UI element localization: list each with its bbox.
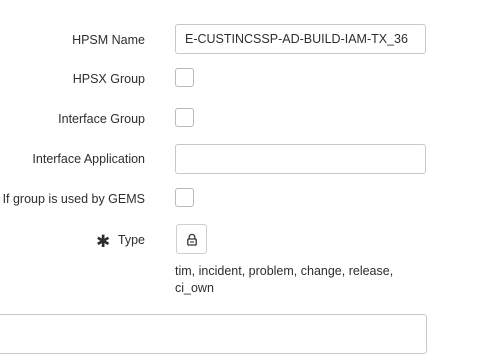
type-label: Type	[117, 233, 145, 247]
used-by-gems-label: If group is used by GEMS	[2, 192, 145, 206]
type-value-line: tim, incident, problem, change, release,	[175, 264, 394, 278]
bottom-text-field[interactable]	[0, 314, 427, 354]
interface-group-label: Interface Group	[58, 112, 145, 126]
hpsm-name-label: HPSM Name	[72, 33, 145, 47]
type-lock-button[interactable]	[176, 224, 207, 254]
used-by-gems-checkbox[interactable]	[175, 188, 194, 207]
hpsm-name-input[interactable]: E-CUSTINCSSP-AD-BUILD-IAM-TX_36	[175, 24, 426, 54]
type-value-text: tim, incident, problem, change, release,…	[175, 263, 425, 297]
hpsx-group-label: HPSX Group	[72, 72, 145, 86]
hpsx-group-checkbox[interactable]	[175, 68, 194, 87]
type-value-line: ci_own	[175, 281, 214, 295]
required-asterisk-icon: ✱	[96, 232, 111, 251]
lock-icon	[186, 233, 197, 246]
interface-application-input[interactable]	[175, 144, 426, 174]
interface-application-label: Interface Application	[32, 152, 145, 166]
interface-group-checkbox[interactable]	[175, 108, 194, 127]
